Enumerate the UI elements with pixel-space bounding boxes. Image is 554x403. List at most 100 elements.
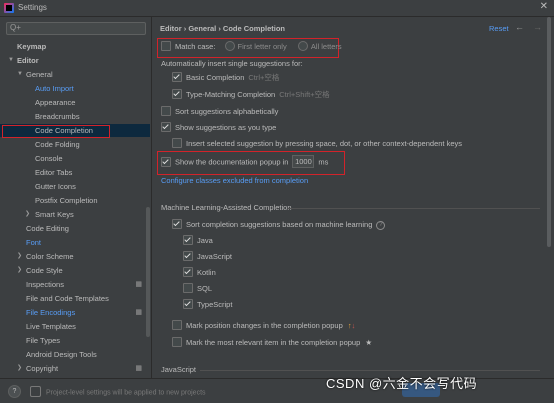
sidebar-item-postfix-completion[interactable]: Postfix Completion bbox=[0, 194, 150, 207]
sidebar-scrollbar[interactable] bbox=[146, 207, 150, 337]
sidebar-item-label: Copyright bbox=[26, 364, 59, 373]
typescript-checkbox[interactable] bbox=[183, 299, 193, 310]
popup-delay-unit: ms bbox=[318, 157, 329, 167]
search-input[interactable]: Q+ bbox=[6, 22, 146, 35]
scrollbar-thumb[interactable] bbox=[547, 17, 551, 247]
sidebar-item-code-editing[interactable]: Code Editing bbox=[0, 222, 150, 235]
sql-checkbox[interactable] bbox=[183, 283, 193, 294]
mark-relevant-checkbox[interactable] bbox=[172, 337, 182, 348]
section-divider bbox=[200, 370, 540, 371]
chevron-right-icon[interactable]: ❯ bbox=[17, 362, 22, 375]
sort-ml-checkbox[interactable] bbox=[172, 219, 182, 230]
help-button[interactable]: ? bbox=[8, 385, 21, 398]
app-logo-icon bbox=[4, 3, 14, 13]
match-case-row: Match case: First letter only All letter… bbox=[161, 41, 342, 53]
sidebar-item-label: Keymap bbox=[17, 42, 47, 51]
language-sql-row: SQL bbox=[183, 283, 212, 295]
sidebar-item-file-types[interactable]: File Types bbox=[0, 334, 150, 347]
sidebar-item-file-encodings[interactable]: File Encodings ▦ bbox=[0, 306, 150, 319]
forward-arrow-icon[interactable]: → bbox=[533, 22, 542, 32]
sidebar-item-editor-tabs[interactable]: Editor Tabs bbox=[0, 166, 150, 179]
language-kotlin-row: Kotlin bbox=[183, 267, 216, 279]
sidebar-item-code-style[interactable]: ❯ Code Style bbox=[0, 264, 150, 277]
sidebar-item-editor[interactable]: ▼ Editor bbox=[0, 54, 150, 67]
doc-popup-row: Show the documentation popup in 1000 ms bbox=[161, 155, 329, 168]
chevron-right-icon[interactable]: ❯ bbox=[17, 264, 22, 277]
sidebar-item-font[interactable]: Font bbox=[0, 236, 150, 249]
mark-relevant-label: Mark the most relevant item in the compl… bbox=[186, 338, 361, 347]
sidebar-item-code-folding[interactable]: Code Folding bbox=[0, 138, 150, 151]
main-scrollbar[interactable] bbox=[546, 17, 552, 377]
first-letter-label: First letter only bbox=[237, 42, 287, 51]
java-checkbox[interactable] bbox=[183, 235, 193, 246]
chevron-right-icon[interactable]: ❯ bbox=[25, 208, 30, 221]
breadcrumb: Editor › General › Code Completion bbox=[160, 24, 286, 33]
doc-popup-checkbox[interactable] bbox=[161, 156, 171, 167]
sidebar-item-color-scheme[interactable]: ❯ Color Scheme bbox=[0, 250, 150, 263]
reset-link[interactable]: Reset bbox=[489, 24, 509, 33]
help-icon[interactable]: ? bbox=[376, 220, 386, 230]
first-letter-radio[interactable] bbox=[224, 41, 235, 52]
mark-position-checkbox[interactable] bbox=[172, 320, 182, 331]
highlight-box bbox=[2, 125, 110, 138]
auto-insert-heading: Automatically insert single suggestions … bbox=[161, 59, 303, 68]
show-as-you-type-row: Show suggestions as you type bbox=[161, 122, 276, 134]
sidebar-item-file-and-code-templates[interactable]: File and Code Templates bbox=[0, 292, 150, 305]
sort-ml-label: Sort completion suggestions based on mac… bbox=[186, 220, 373, 229]
insert-selected-label: Insert selected suggestion by pressing s… bbox=[186, 139, 462, 148]
sort-alpha-checkbox[interactable] bbox=[161, 106, 171, 117]
configure-excluded-link[interactable]: Configure classes excluded from completi… bbox=[161, 175, 308, 187]
chevron-down-icon[interactable]: ▼ bbox=[8, 54, 14, 67]
sidebar-item-appearance[interactable]: Appearance bbox=[0, 96, 150, 109]
match-case-label: Match case: bbox=[175, 42, 216, 51]
chevron-right-icon[interactable]: ❯ bbox=[17, 250, 22, 263]
sidebar-item-breadcrumbs[interactable]: Breadcrumbs bbox=[0, 110, 150, 123]
javascript-checkbox[interactable] bbox=[183, 251, 193, 262]
close-icon[interactable]: ✕ bbox=[540, 1, 548, 12]
doc-popup-label: Show the documentation popup in bbox=[175, 157, 289, 167]
down-arrow-icon: ↓ bbox=[351, 321, 356, 330]
sidebar-item-gutter-icons[interactable]: Gutter Icons bbox=[0, 180, 150, 193]
sidebar-item-keymap[interactable]: Keymap bbox=[0, 40, 150, 53]
sidebar-item-inspections[interactable]: Inspections ▦ bbox=[0, 278, 150, 291]
sidebar-item-label: General bbox=[26, 70, 53, 79]
type-matching-label: Type-Matching Completion bbox=[186, 90, 276, 99]
all-letters-radio[interactable] bbox=[297, 41, 308, 52]
sort-alpha-label: Sort suggestions alphabetically bbox=[175, 107, 279, 116]
sidebar-item-general[interactable]: ▼ General bbox=[0, 68, 150, 81]
sidebar-item-console[interactable]: Console bbox=[0, 152, 150, 165]
window-title: Settings bbox=[18, 3, 47, 12]
section-divider bbox=[288, 208, 540, 209]
sidebar-item-label: Inspections bbox=[26, 280, 64, 289]
insert-selected-row: Insert selected suggestion by pressing s… bbox=[172, 138, 462, 150]
project-settings-icon: ▦ bbox=[135, 365, 142, 372]
basic-completion-checkbox[interactable] bbox=[172, 72, 182, 83]
sidebar-item-label: Breadcrumbs bbox=[35, 112, 80, 121]
type-matching-row: Type-Matching Completion Ctrl+Shift+空格 bbox=[172, 89, 330, 101]
sidebar-item-android-design-tools[interactable]: Android Design Tools bbox=[0, 348, 150, 361]
star-icon: ★ bbox=[365, 338, 373, 347]
sidebar-item-copyright[interactable]: ❯ Copyright ▦ bbox=[0, 362, 150, 375]
javascript-section-heading: JavaScript bbox=[161, 365, 197, 374]
settings-sidebar: Q+ Keymap ▼ Editor ▼ General Auto Import… bbox=[0, 17, 152, 378]
sidebar-item-smart-keys[interactable]: ❯ Smart Keys bbox=[0, 208, 150, 221]
ml-section-heading: Machine Learning-Assisted Completion bbox=[161, 203, 292, 212]
type-matching-checkbox[interactable] bbox=[172, 89, 182, 100]
sidebar-item-label: Color Scheme bbox=[26, 252, 74, 261]
sidebar-item-label: Postfix Completion bbox=[35, 196, 98, 205]
sidebar-item-live-templates[interactable]: Live Templates bbox=[0, 320, 150, 333]
back-arrow-icon[interactable]: ← bbox=[515, 22, 524, 32]
popup-delay-input[interactable]: 1000 bbox=[292, 155, 315, 168]
chevron-down-icon[interactable]: ▼ bbox=[17, 68, 23, 81]
sidebar-item-auto-import[interactable]: Auto Import bbox=[0, 82, 150, 95]
match-case-checkbox[interactable] bbox=[161, 41, 171, 52]
sidebar-item-label: Code Folding bbox=[35, 140, 80, 149]
language-label: SQL bbox=[197, 284, 213, 293]
title-bar: Settings ✕ bbox=[0, 0, 554, 17]
show-as-you-type-checkbox[interactable] bbox=[161, 122, 171, 133]
basic-completion-row: Basic Completion Ctrl+空格 bbox=[172, 72, 279, 84]
language-label: TypeScript bbox=[197, 300, 233, 309]
kotlin-checkbox[interactable] bbox=[183, 267, 193, 278]
project-settings-notice: Project-level settings will be applied t… bbox=[30, 386, 206, 398]
insert-selected-checkbox[interactable] bbox=[172, 138, 182, 149]
